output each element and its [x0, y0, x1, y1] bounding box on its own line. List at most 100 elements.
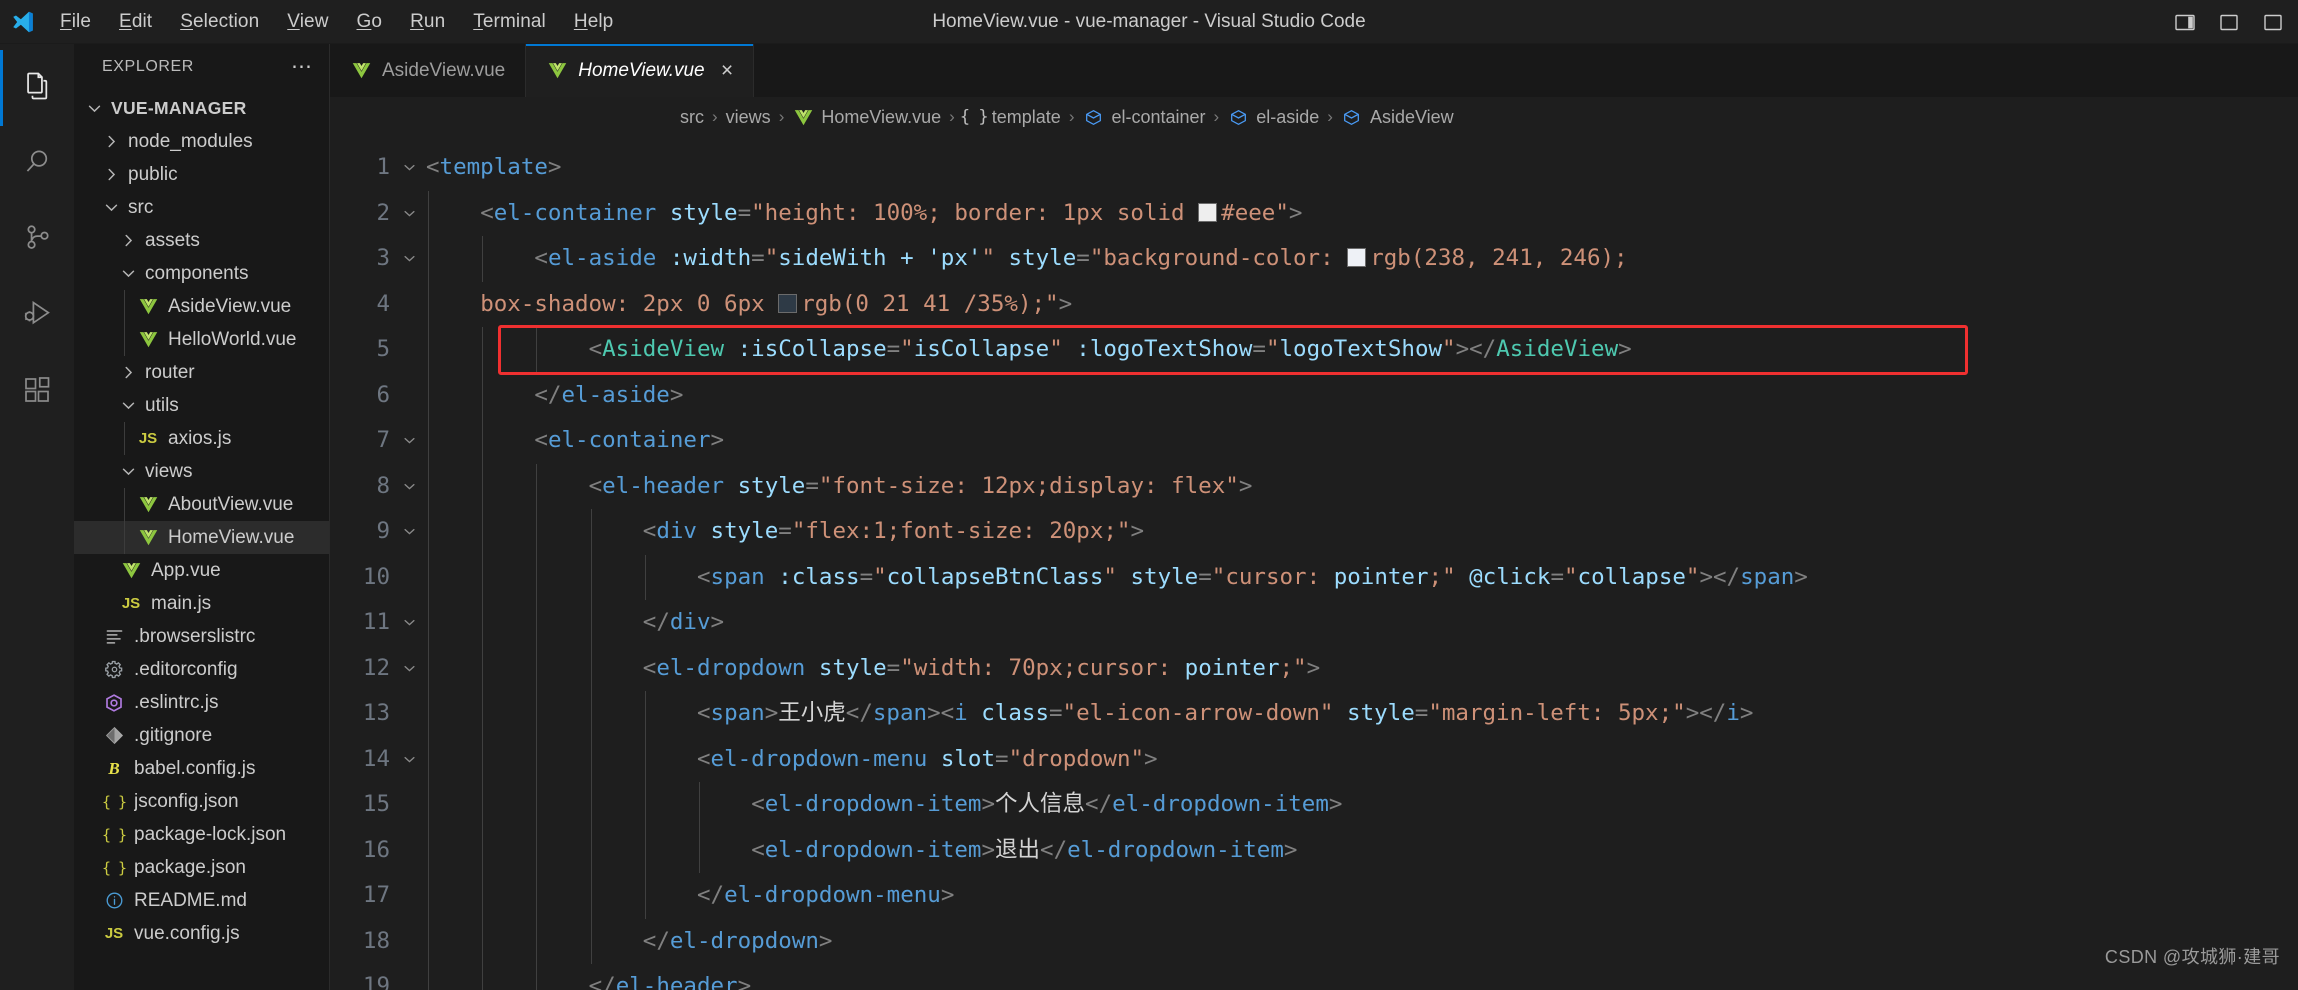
code-line[interactable]: <div style="flex:1;font-size: 20px;"> — [426, 509, 2298, 555]
chevron-down-icon[interactable] — [101, 199, 121, 216]
menu-view[interactable]: View — [273, 7, 342, 37]
tree-item-aboutview-vue[interactable]: AboutView.vue — [74, 488, 329, 521]
chevron-right-icon[interactable] — [101, 133, 121, 150]
code-line[interactable]: box-shadow: 2px 0 6px rgb(0 21 41 /35%);… — [426, 281, 2298, 327]
chevron-down-icon[interactable] — [118, 265, 138, 282]
code-line[interactable]: </el-dropdown> — [426, 918, 2298, 964]
tree-item-vue-manager[interactable]: VUE-MANAGER — [74, 92, 329, 125]
fold-gutter[interactable] — [392, 137, 426, 990]
fold-chevron-icon[interactable] — [392, 646, 426, 692]
fold-slot[interactable] — [392, 691, 426, 737]
tree-item-assets[interactable]: assets — [74, 224, 329, 257]
chevron-right-icon[interactable] — [118, 232, 138, 249]
fold-chevron-icon[interactable] — [392, 464, 426, 510]
chevron-down-icon[interactable] — [118, 397, 138, 414]
tree-item-babel-config-js[interactable]: Bbabel.config.js — [74, 752, 329, 785]
ellipsis-icon[interactable]: ⋯ — [291, 56, 313, 77]
tree-item-app-vue[interactable]: App.vue — [74, 554, 329, 587]
fold-chevron-icon[interactable] — [392, 236, 426, 282]
code-line[interactable]: <span>王小虎</span><i class="el-icon-arrow-… — [426, 691, 2298, 737]
color-swatch-decorator[interactable] — [778, 293, 798, 313]
breadcrumb-item-homeview-vue[interactable]: HomeView.vue — [792, 107, 941, 128]
tree-item-package-json[interactable]: { } package.json — [74, 851, 329, 884]
tree-item-router[interactable]: router — [74, 356, 329, 389]
code-line[interactable]: </div> — [426, 600, 2298, 646]
editor-tabs[interactable]: AsideView.vue HomeView.vue × — [330, 44, 2298, 97]
fold-slot[interactable] — [392, 919, 426, 965]
chevron-down-icon[interactable] — [84, 100, 104, 117]
fold-chevron-icon[interactable] — [392, 509, 426, 555]
menu-selection[interactable]: Selection — [166, 7, 273, 37]
code-line[interactable]: <el-dropdown style="width: 70px;cursor: … — [426, 645, 2298, 691]
code-line[interactable]: <el-dropdown-item>退出</el-dropdown-item> — [426, 827, 2298, 873]
code-line[interactable]: </el-header> — [426, 964, 2298, 990]
tree-item-node-modules[interactable]: node_modules — [74, 125, 329, 158]
code-line[interactable]: <el-container style="height: 100%; borde… — [426, 190, 2298, 236]
tree-item-homeview-vue[interactable]: HomeView.vue — [74, 521, 329, 554]
tree-item-main-js[interactable]: JS main.js — [74, 587, 329, 620]
fold-slot[interactable] — [392, 964, 426, 990]
code-editor[interactable]: 1 2 3 4 5 6 7 8 9 10 11 12 13 14 15 16 17 18 19 <template>… — [330, 137, 2298, 990]
fold-chevron-icon[interactable] — [392, 600, 426, 646]
fold-slot[interactable] — [392, 373, 426, 419]
tab-homeview-vue[interactable]: HomeView.vue × — [526, 44, 754, 97]
color-swatch-decorator[interactable] — [1198, 202, 1218, 222]
fold-slot[interactable] — [392, 873, 426, 919]
tree-item-public[interactable]: public — [74, 158, 329, 191]
tree-item-asideview-vue[interactable]: AsideView.vue — [74, 290, 329, 323]
code-line[interactable]: </el-aside> — [426, 372, 2298, 418]
tree-item-readme-md[interactable]: README.md — [74, 884, 329, 917]
fold-chevron-icon[interactable] — [392, 145, 426, 191]
layout-panel-icon[interactable] — [2174, 11, 2196, 33]
tree-item-editorconfig[interactable]: .editorconfig — [74, 653, 329, 686]
fold-slot[interactable] — [392, 282, 426, 328]
menu-file[interactable]: File — [46, 7, 105, 37]
tree-item-src[interactable]: src — [74, 191, 329, 224]
fold-slot[interactable] — [392, 828, 426, 874]
tree-item-browserslistrc[interactable]: .browserslistrc — [74, 620, 329, 653]
fold-slot[interactable] — [392, 327, 426, 373]
breadcrumb-item-src[interactable]: src — [680, 107, 704, 128]
code-content[interactable]: <template> <el-container style="height: 1… — [426, 137, 2298, 990]
fold-slot[interactable] — [392, 782, 426, 828]
menu-bar[interactable]: File Edit Selection View Go Run Terminal… — [46, 7, 627, 37]
fold-slot[interactable] — [392, 555, 426, 601]
code-line[interactable]: </el-dropdown-menu> — [426, 873, 2298, 919]
maximize-icon[interactable] — [2262, 11, 2284, 33]
tree-item-vue-config-js[interactable]: JS vue.config.js — [74, 917, 329, 950]
code-line[interactable]: <AsideView :isCollapse="isCollapse" :log… — [426, 327, 2298, 373]
breadcrumb[interactable]: src › views › HomeView.vue ›{ } template › el-co… — [330, 97, 2298, 137]
tree-item-axios-js[interactable]: JS axios.js — [74, 422, 329, 455]
activity-extensions[interactable] — [0, 354, 74, 430]
menu-edit[interactable]: Edit — [105, 7, 166, 37]
code-line[interactable]: <el-header style="font-size: 12px;displa… — [426, 463, 2298, 509]
tree-item-gitignore[interactable]: .gitignore — [74, 719, 329, 752]
activity-search[interactable] — [0, 126, 74, 202]
tree-item-eslintrc-js[interactable]: .eslintrc.js — [74, 686, 329, 719]
tree-item-package-lock-json[interactable]: { } package-lock.json — [74, 818, 329, 851]
code-line[interactable]: <el-aside :width="sideWith + 'px'" style… — [426, 236, 2298, 282]
breadcrumb-item-el-aside[interactable]: el-aside — [1227, 107, 1319, 128]
chevron-down-icon[interactable] — [118, 463, 138, 480]
tree-item-jsconfig-json[interactable]: { } jsconfig.json — [74, 785, 329, 818]
code-line[interactable]: <template> — [426, 145, 2298, 191]
menu-run[interactable]: Run — [396, 7, 459, 37]
fold-chevron-icon[interactable] — [392, 418, 426, 464]
code-line[interactable]: <el-dropdown-item>个人信息</el-dropdown-item… — [426, 782, 2298, 828]
color-swatch-decorator[interactable] — [1347, 248, 1367, 267]
breadcrumb-item-template[interactable]: { } template — [960, 107, 1061, 128]
breadcrumb-item-views[interactable]: views — [726, 107, 771, 128]
code-line[interactable]: <span :class="collapseBtnClass" style="c… — [426, 554, 2298, 600]
tree-item-utils[interactable]: utils — [74, 389, 329, 422]
fold-chevron-icon[interactable] — [392, 191, 426, 237]
menu-help[interactable]: Help — [560, 7, 627, 37]
tree-item-helloworld-vue[interactable]: HelloWorld.vue — [74, 323, 329, 356]
breadcrumb-item-asideview[interactable]: AsideView — [1341, 107, 1454, 128]
chevron-right-icon[interactable] — [118, 364, 138, 381]
file-tree[interactable]: VUE-MANAGER node_modules public src assets co… — [74, 90, 329, 990]
menu-terminal[interactable]: Terminal — [459, 7, 560, 37]
chevron-right-icon[interactable] — [101, 166, 121, 183]
tab-close-icon[interactable]: × — [721, 60, 733, 81]
activity-source-control[interactable] — [0, 202, 74, 278]
activity-explorer[interactable] — [0, 50, 74, 126]
